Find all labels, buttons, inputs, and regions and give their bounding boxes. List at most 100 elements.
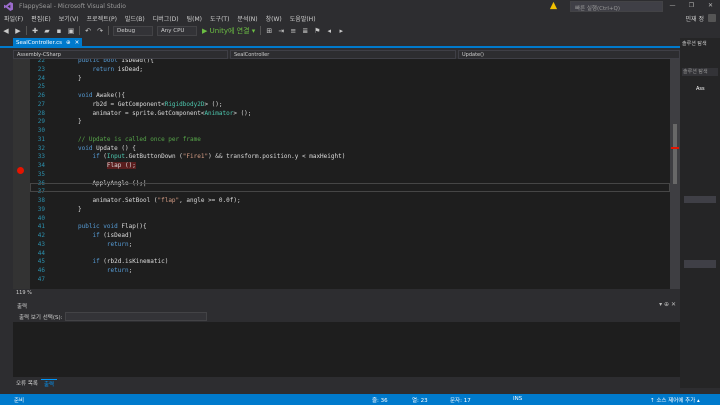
code-text[interactable]: public bool IsDead(){ xyxy=(78,59,154,64)
pin-icon[interactable]: ⊕ xyxy=(66,40,71,46)
code-line[interactable]: 44 xyxy=(30,250,670,259)
code-line[interactable]: 35 xyxy=(30,171,670,180)
notification-flag-icon[interactable] xyxy=(549,1,558,10)
output-text-area[interactable] xyxy=(13,322,680,377)
code-line[interactable]: 33 if (Input.GetButtonDown ("Fire1") && … xyxy=(30,153,670,162)
add-to-source-control[interactable]: ↑ 소스 제어에 추가 ▴ xyxy=(650,396,700,404)
code-text[interactable]: } xyxy=(78,118,82,125)
code-text[interactable]: // Update is called once per frame xyxy=(78,136,201,143)
code-text[interactable]: if (Input.GetButtonDown ("Fire1") && tra… xyxy=(78,153,345,160)
line-number: 40 xyxy=(37,214,45,222)
save-icon[interactable]: ▪ xyxy=(54,26,64,36)
comment-icon[interactable]: ≡ xyxy=(288,26,298,36)
code-editor[interactable]: 22 public bool IsDead(){23 return isDead;… xyxy=(30,59,670,289)
code-line[interactable]: 28 animator = sprite.GetComponent<Animat… xyxy=(30,110,670,119)
open-file-icon[interactable]: ▰ xyxy=(42,26,52,36)
quick-launch-input[interactable]: 빠른 실행(Ctrl+Q) xyxy=(570,1,663,12)
menu-tools[interactable]: 도구(T) xyxy=(206,14,233,23)
code-line[interactable]: 42 if (isDead) xyxy=(30,232,670,241)
menu-team[interactable]: 팀(M) xyxy=(183,14,206,23)
code-line[interactable]: 30 xyxy=(30,127,670,136)
menu-analyze[interactable]: 분석(N) xyxy=(233,14,261,23)
code-line[interactable]: 43 return; xyxy=(30,241,670,250)
forward-icon[interactable]: ▶ xyxy=(13,26,23,36)
code-line[interactable]: 29} xyxy=(30,118,670,127)
uncomment-icon[interactable]: ≣ xyxy=(300,26,310,36)
code-text[interactable]: animator = sprite.GetComponent<Animator>… xyxy=(78,110,251,117)
platform-select[interactable]: Any CPU xyxy=(157,25,197,36)
attach-icon[interactable]: ⊞ xyxy=(264,26,274,36)
solution-tree-item[interactable]: Ass xyxy=(696,86,705,92)
code-line[interactable]: 31 // Update is called once per frame xyxy=(30,136,670,145)
minimize-button[interactable]: — xyxy=(663,0,682,12)
project-dropdown[interactable]: Assembly-CSharp xyxy=(13,50,228,59)
menu-file[interactable]: 파일(F) xyxy=(0,14,27,23)
code-text[interactable]: void Update () { xyxy=(78,145,136,152)
code-line[interactable]: 27 rb2d = GetComponent<Rigidbody2D> (); xyxy=(30,101,670,110)
redo-icon[interactable]: ↷ xyxy=(95,26,105,36)
solution-search-input[interactable]: 솔루션 탐색 xyxy=(682,68,718,76)
code-text[interactable]: void Awake(){ xyxy=(78,92,125,99)
code-line[interactable]: 26 void Awake(){ xyxy=(30,92,670,101)
class-dropdown[interactable]: SealController xyxy=(230,50,456,59)
code-line[interactable]: 24} xyxy=(30,75,670,84)
tab-output[interactable]: 출력 xyxy=(41,378,58,388)
breakpoint-icon[interactable] xyxy=(17,167,24,174)
menu-help[interactable]: 도움말(H) xyxy=(286,14,320,23)
code-line[interactable]: 34 Flap (); xyxy=(30,162,670,171)
code-line[interactable]: 39} xyxy=(30,206,670,215)
code-line[interactable]: 38 animator.SetBool ("flap", angle >= 0.… xyxy=(30,197,670,206)
code-text[interactable]: rb2d = GetComponent<Rigidbody2D> (); xyxy=(78,101,222,108)
menu-edit[interactable]: 편집(E) xyxy=(27,14,55,23)
indicator-margin[interactable] xyxy=(13,59,30,289)
code-line[interactable]: 23 return isDead; xyxy=(30,66,670,75)
close-button[interactable]: ✕ xyxy=(701,0,720,12)
code-text[interactable]: return isDead; xyxy=(78,66,143,73)
user-name[interactable]: 민재 정 xyxy=(686,14,704,23)
menu-view[interactable]: 보기(V) xyxy=(55,14,83,23)
back-icon[interactable]: ◀ xyxy=(1,26,11,36)
code-line[interactable]: 45 if (rb2d.isKinematic) xyxy=(30,258,670,267)
code-line[interactable]: 32 void Update () { xyxy=(30,145,670,154)
bookmark-next-icon[interactable]: ▸ xyxy=(336,26,346,36)
tab-seal-controller[interactable]: SealController.cs ⊕ ✕ xyxy=(13,38,83,48)
member-dropdown[interactable]: Update() xyxy=(458,50,680,59)
undo-icon[interactable]: ↶ xyxy=(83,26,93,36)
bookmark-icon[interactable]: ⚑ xyxy=(312,26,322,36)
menu-project[interactable]: 프로젝트(P) xyxy=(83,14,121,23)
output-source-select[interactable] xyxy=(65,312,207,321)
code-line[interactable]: 25 xyxy=(30,83,670,92)
code-text[interactable]: if (rb2d.isKinematic) xyxy=(78,258,168,265)
panel-close-icon[interactable]: ▾ ⊕ ✕ xyxy=(659,301,676,308)
code-text[interactable]: Flap (); xyxy=(78,162,136,169)
code-line[interactable]: 22 public bool IsDead(){ xyxy=(30,59,670,66)
menu-window[interactable]: 창(W) xyxy=(262,14,286,23)
code-text[interactable]: return; xyxy=(78,267,132,274)
zoom-level[interactable]: 119 % xyxy=(16,290,32,296)
new-project-icon[interactable]: ✚ xyxy=(30,26,40,36)
code-text[interactable]: if (isDead) xyxy=(78,232,132,239)
run-button[interactable]: ▶ Unity에 연결 ▾ xyxy=(200,26,257,36)
scrollbar-thumb[interactable] xyxy=(673,124,677,184)
code-line[interactable]: 46 return; xyxy=(30,267,670,276)
code-text[interactable]: public void Flap(){ xyxy=(78,223,147,230)
code-line[interactable]: 41 public void Flap(){ xyxy=(30,223,670,232)
tab-error-list[interactable]: 오류 목록 xyxy=(13,379,41,387)
menu-build[interactable]: 빌드(B) xyxy=(121,14,149,23)
code-text[interactable]: return; xyxy=(78,241,132,248)
code-text[interactable]: animator.SetBool ("flap", angle >= 0.0f)… xyxy=(78,197,240,204)
code-text[interactable]: } xyxy=(78,206,82,213)
code-line[interactable]: 40 xyxy=(30,215,670,224)
maximize-button[interactable]: ❐ xyxy=(682,0,701,12)
account-avatar-icon[interactable] xyxy=(708,14,716,22)
bookmark-prev-icon[interactable]: ◂ xyxy=(324,26,334,36)
save-all-icon[interactable]: ▣ xyxy=(66,26,76,36)
step-icon[interactable]: ⇥ xyxy=(276,26,286,36)
left-tool-strip xyxy=(0,38,13,394)
editor-vertical-scrollbar[interactable] xyxy=(670,59,680,289)
code-line[interactable]: 47 xyxy=(30,276,670,285)
close-tab-icon[interactable]: ✕ xyxy=(75,40,80,46)
configuration-select[interactable]: Debug xyxy=(113,25,153,36)
menu-debug[interactable]: 디버그(D) xyxy=(149,14,183,23)
code-text[interactable]: } xyxy=(78,75,82,82)
